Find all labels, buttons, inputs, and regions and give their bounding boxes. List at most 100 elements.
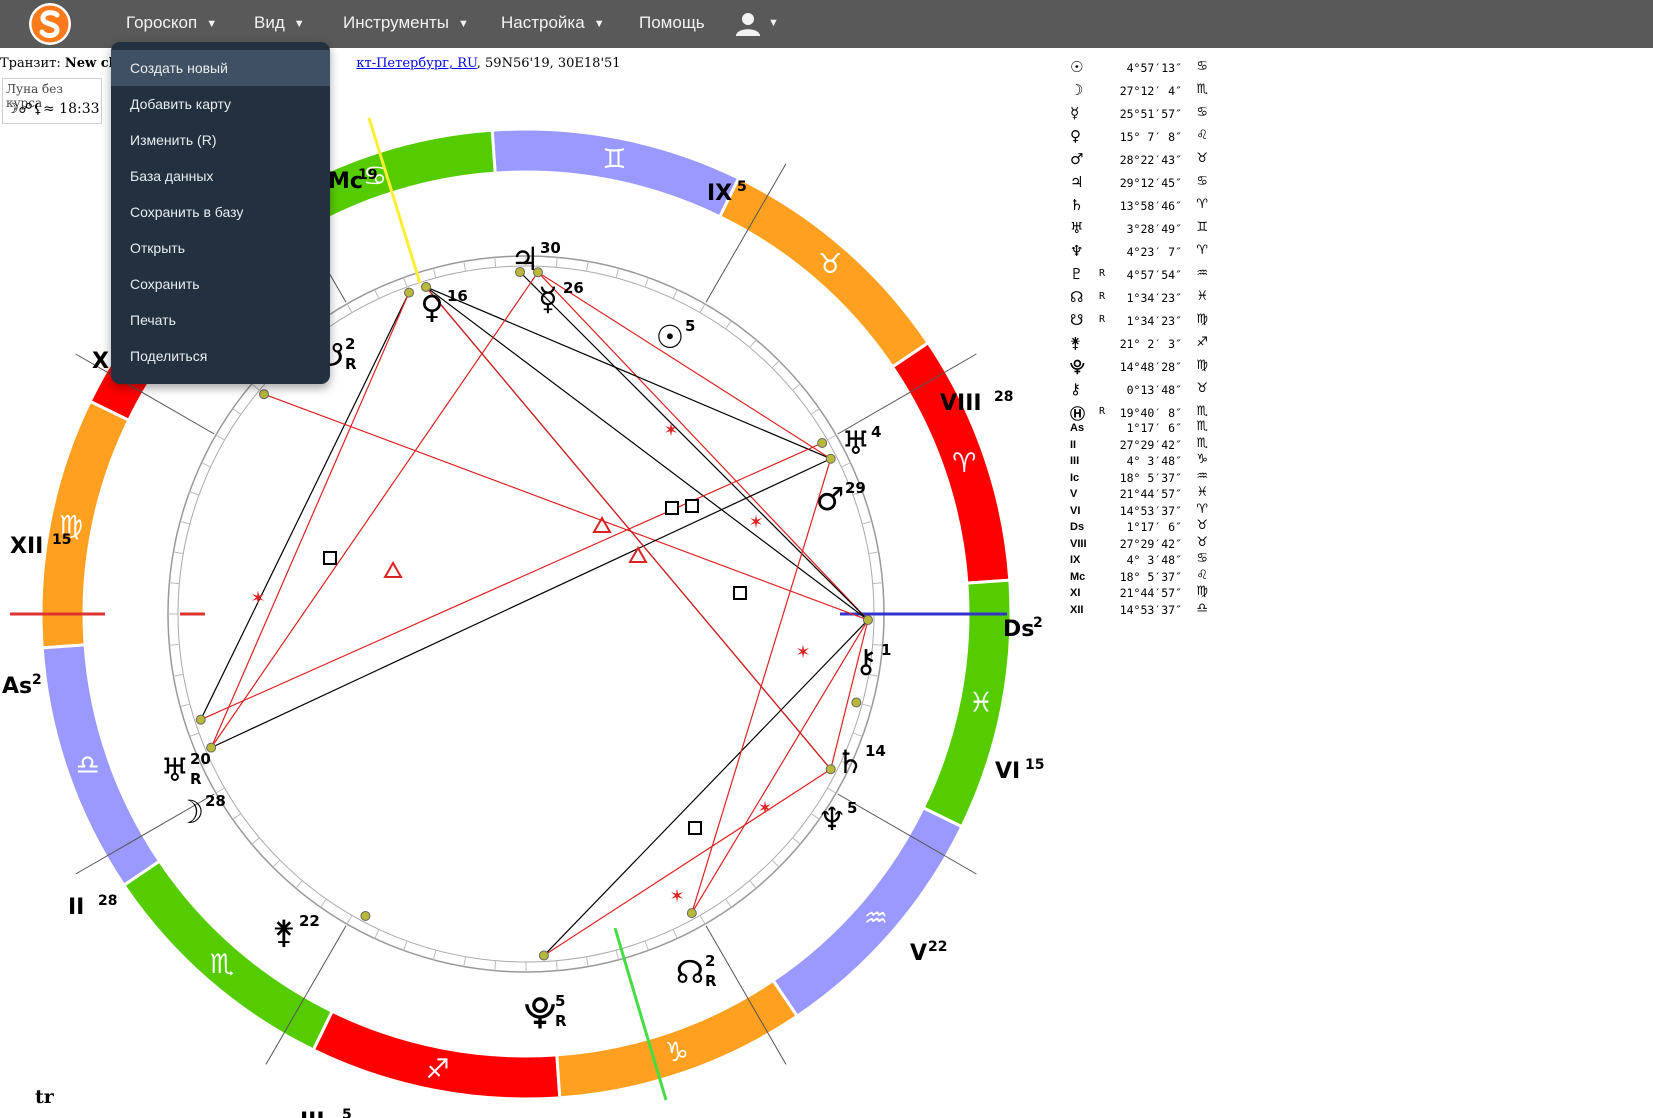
degree-tick: [180, 520, 190, 525]
degree-tick: [173, 673, 184, 677]
house-position-row: Ds 1°17′ 6″ ♉: [1068, 518, 1208, 535]
horoscope-dropdown-menu: Создать новый Добавить карту Изменить (R) Б…: [111, 42, 330, 384]
chart-footer-label: tr: [35, 1086, 54, 1108]
planet-degree: 16: [447, 287, 468, 305]
house-degree: 1°17′ 6″: [1126, 520, 1182, 534]
chevron-down-icon: ▼: [206, 18, 218, 30]
house-label: III: [300, 1109, 325, 1118]
planet-position-row: ⯓ 14°48′28″ ♍: [1068, 357, 1208, 379]
planet-position-dot: [538, 950, 549, 961]
degree-tick: [810, 408, 820, 415]
house-position-row: VIII 27°29′42″ ♉: [1068, 535, 1208, 552]
user-menu-chevron-down-icon[interactable]: ▼: [768, 0, 779, 46]
house-label: Ic: [1070, 471, 1080, 484]
user-icon[interactable]: [735, 12, 761, 36]
retrograde-mark: R: [345, 355, 357, 373]
degree-tick: [201, 462, 211, 468]
planet-glyph-icon: ⚵: [272, 913, 295, 951]
degree-tick: [771, 360, 780, 369]
planet-glyph-icon: ♀: [420, 288, 443, 326]
planet-glyph-icon: ♇: [1070, 265, 1084, 283]
zodiac-sign-icon: ♋: [1196, 551, 1208, 566]
square-aspect-icon: [323, 551, 337, 565]
house-degree: 14°53′37″: [1119, 503, 1182, 518]
retrograde-mark: R: [1099, 291, 1106, 302]
dropdown-top-padding: [111, 42, 330, 50]
dropdown-item-3[interactable]: База данных: [111, 158, 330, 194]
house-degree: 19: [358, 167, 377, 183]
menu-horoscope[interactable]: Гороскоп ▼: [126, 0, 217, 48]
degree-tick: [251, 837, 260, 845]
house-degree: 15: [52, 532, 71, 548]
menu-help[interactable]: Помощь: [639, 0, 705, 48]
zodiac-sign-icon: ♉: [818, 249, 842, 280]
planet-glyph-icon: ☽: [176, 793, 205, 831]
dropdown-item-7[interactable]: Печать: [111, 302, 330, 338]
chevron-down-icon: ▼: [593, 18, 605, 30]
menu-view[interactable]: Вид ▼: [254, 0, 305, 48]
dropdown-item-0[interactable]: Создать новый: [111, 50, 330, 86]
dropdown-item-1[interactable]: Добавить карту: [111, 86, 330, 122]
house-position-row: VI 14°53′37″ ♈: [1068, 502, 1208, 519]
degree-tick: [189, 732, 200, 737]
zodiac-sign-icon: ♓: [969, 687, 993, 718]
degree-tick: [346, 303, 353, 313]
menu-settings[interactable]: Настройка ▼: [501, 0, 605, 48]
dropdown-item-2[interactable]: Изменить (R): [111, 122, 330, 158]
degree-tick: [771, 859, 780, 868]
planet-glyph-icon: ☊: [676, 953, 704, 991]
planet-degree: 29°12′45″: [1119, 176, 1182, 190]
house-label: VIII: [940, 391, 982, 416]
degree-tick: [432, 950, 437, 960]
planet-glyph-icon: ⚷: [1070, 380, 1081, 398]
zodiac-sign-icon: ♉: [1196, 151, 1208, 166]
house-position-row: XII 14°53′37″ ♎: [1068, 600, 1208, 618]
retrograde-mark: R: [1099, 314, 1106, 325]
house-degree: 21°44′57″: [1119, 487, 1182, 501]
house-label: VIII: [1070, 537, 1087, 550]
degree-tick: [868, 551, 879, 555]
sextile-aspect-icon: ✶: [669, 886, 684, 907]
zodiac-sign-icon: ♐: [425, 1054, 449, 1085]
dropdown-item-8[interactable]: Поделиться: [111, 338, 330, 374]
zodiac-sign-icon: ♋: [1196, 105, 1208, 120]
degree-tick: [295, 880, 303, 889]
degree-tick: [792, 383, 801, 391]
planet-degree: 4°23′ 7″: [1126, 245, 1182, 259]
zodiac-sign-icon: ♑: [665, 1037, 689, 1068]
degree-tick: [792, 837, 801, 845]
menu-tools[interactable]: Инструменты ▼: [343, 0, 469, 48]
planet-position-dot: [862, 614, 873, 625]
zodiac-sign-icon: ♎: [76, 750, 100, 781]
house-label: V: [910, 941, 927, 966]
zodiac-sign-icon: ♎: [1196, 600, 1208, 616]
aspect-line: [425, 286, 831, 460]
planet-position-row: ☉ 4°57′13″ ♋: [1068, 58, 1208, 80]
house-degree: 18° 5′37″: [1119, 569, 1182, 584]
degree-tick: [872, 582, 883, 585]
house-degree: 1°17′ 6″: [1126, 421, 1182, 435]
degree-tick: [615, 268, 620, 278]
degree-tick: [699, 915, 706, 925]
degree-tick: [644, 277, 649, 288]
planet-glyph-icon: ♄: [1070, 196, 1084, 214]
house-position-row: As 1°17′ 6″ ♏: [1068, 419, 1208, 436]
planet-degree: 26: [563, 279, 584, 297]
planet-degree: 1: [881, 641, 891, 659]
planet-degree: 0°13′48″: [1126, 383, 1182, 397]
zodiac-sign-icon: ♐: [1196, 335, 1208, 350]
degree-tick: [699, 303, 706, 313]
dropdown-item-5[interactable]: Открыть: [111, 230, 330, 266]
degree-tick: [585, 956, 589, 967]
house-label: III: [1070, 455, 1080, 467]
planet-glyph-icon: ☽: [1070, 81, 1084, 99]
dropdown-item-6[interactable]: Сохранить: [111, 266, 330, 302]
dropdown-item-4[interactable]: Сохранить в базу: [111, 194, 330, 230]
planet-degree: 30: [540, 239, 561, 257]
degree-tick: [189, 491, 200, 496]
degree-tick: [827, 787, 837, 794]
zodiac-sign-icon: ♒: [864, 903, 888, 934]
degree-tick: [374, 929, 380, 939]
app-logo-icon[interactable]: [28, 2, 72, 46]
house-label: As: [1070, 422, 1085, 434]
